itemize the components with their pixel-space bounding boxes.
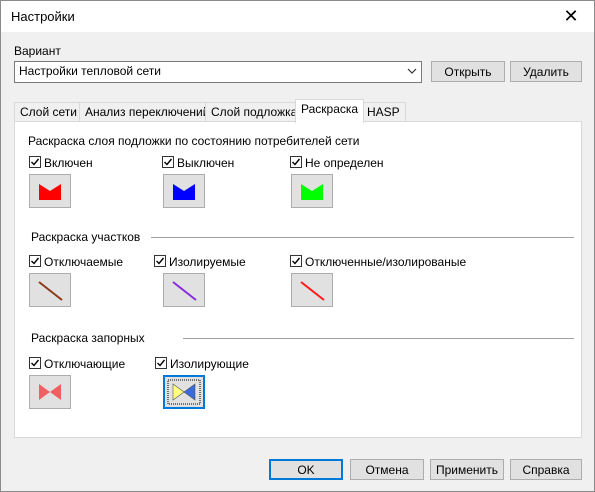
color-off-button[interactable] <box>163 174 205 208</box>
cancel-button[interactable]: Отмена <box>350 459 424 480</box>
apply-button[interactable]: Применить <box>430 459 504 480</box>
color-disconnectable-button[interactable] <box>29 273 71 307</box>
color-on-button[interactable] <box>29 174 71 208</box>
close-icon[interactable]: ✕ <box>548 1 594 32</box>
color-shutoff-button[interactable] <box>29 375 71 409</box>
title-bar: Настройки ✕ <box>1 1 594 32</box>
checkbox-shutoff-label: Отключающие <box>44 357 126 371</box>
tab-network-layer[interactable]: Слой сети <box>14 102 83 121</box>
tab-coloring[interactable]: Раскраска <box>295 99 365 123</box>
window-title: Настройки <box>11 9 75 24</box>
open-button[interactable]: Открыть <box>431 61 505 82</box>
color-disconnected-isolated-button[interactable] <box>291 273 333 307</box>
tab-hasp[interactable]: HASP <box>361 102 406 121</box>
variant-selected: Настройки тепловой сети <box>19 64 161 78</box>
checkbox-undefined[interactable] <box>290 156 302 168</box>
consumers-group-title: Раскраска слоя подложки по состоянию пот… <box>28 134 360 148</box>
chevron-down-icon[interactable] <box>406 63 418 79</box>
delete-button[interactable]: Удалить <box>510 61 582 82</box>
color-isolatable-button[interactable] <box>163 273 205 307</box>
checkbox-on-label: Включен <box>44 156 93 170</box>
valves-divider <box>183 338 574 339</box>
checkbox-isolating-label: Изолирующие <box>170 357 249 371</box>
sections-group-title: Раскраска участков <box>31 230 141 244</box>
checkbox-off-label: Выключен <box>177 156 235 170</box>
checkbox-isolating[interactable] <box>155 357 167 369</box>
ok-button[interactable]: OK <box>269 459 343 480</box>
checkbox-off[interactable] <box>162 156 174 168</box>
checkbox-shutoff[interactable] <box>29 357 41 369</box>
checkbox-disconnectable[interactable] <box>29 255 41 267</box>
checkbox-disconnected-isolated[interactable] <box>290 255 302 267</box>
tab-underlay-layer[interactable]: Слой подложка <box>205 102 304 121</box>
color-isolating-button[interactable] <box>163 375 205 409</box>
help-button[interactable]: Справка <box>510 459 582 480</box>
variant-label: Вариант <box>14 44 61 58</box>
checkbox-on[interactable] <box>29 156 41 168</box>
sections-divider <box>151 237 574 238</box>
color-undefined-button[interactable] <box>291 174 333 208</box>
settings-dialog: Настройки ✕ Вариант Настройки тепловой с… <box>0 0 595 492</box>
valves-group-title: Раскраска запорных <box>31 331 145 345</box>
checkbox-disconnectable-label: Отключаемые <box>44 255 124 269</box>
checkbox-isolatable-label: Изолируемые <box>169 255 246 269</box>
variant-dropdown[interactable]: Настройки тепловой сети <box>14 61 422 83</box>
checkbox-disconnected-isolated-label: Отключенные/изолированые <box>305 255 467 269</box>
tab-switch-analysis[interactable]: Анализ переключений <box>79 102 216 121</box>
checkbox-undefined-label: Не определен <box>305 156 384 170</box>
checkbox-isolatable[interactable] <box>154 255 166 267</box>
